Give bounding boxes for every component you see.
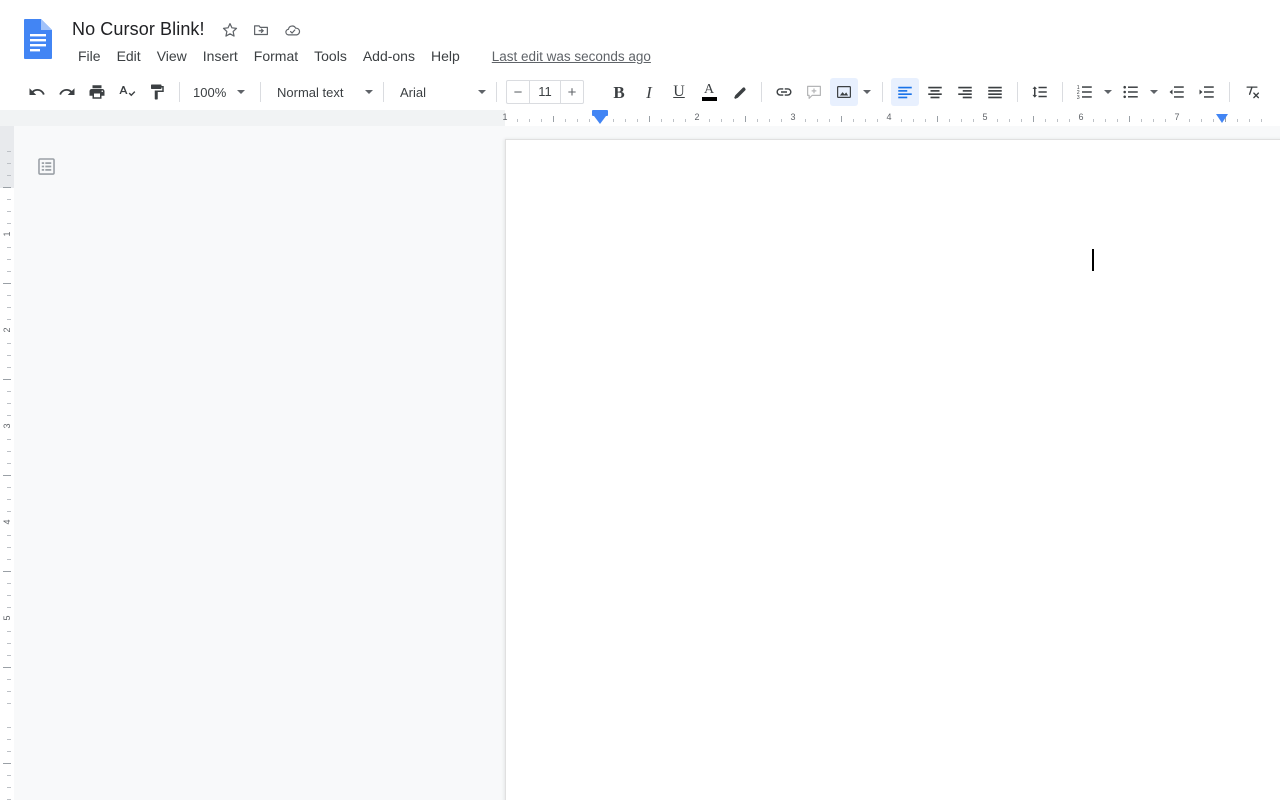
menu-edit[interactable]: Edit [109,44,149,68]
title-icon-group [220,20,302,40]
document-title[interactable]: No Cursor Blink! [72,16,205,42]
paragraph-style-selector[interactable]: Normal text [268,79,376,105]
text-color-icon: A [701,82,717,101]
first-line-indent-marker[interactable] [592,110,608,126]
increase-indent-button[interactable] [1193,78,1221,106]
star-icon[interactable] [220,20,240,40]
add-comment-button [800,78,828,106]
vruler-page-zone [0,188,14,800]
paragraph-style-value: Normal text [277,84,344,100]
document-canvas[interactable] [14,126,1280,800]
toolbar-divider [179,82,180,102]
google-docs-window: No Cursor Blink! File Edit View Insert F… [0,0,1280,800]
toolbar-divider [1229,82,1230,102]
vruler-margin-zone [0,126,14,188]
google-docs-logo[interactable] [20,18,56,60]
align-justify-button[interactable] [981,78,1009,106]
font-family-selector[interactable]: Arial [391,79,489,105]
decrease-indent-button[interactable] [1163,78,1191,106]
toolbar-divider [260,82,261,102]
line-spacing-button[interactable] [1026,78,1054,106]
right-indent-marker[interactable] [1216,114,1228,123]
bold-button[interactable]: B [605,78,633,106]
underline-button[interactable]: U [665,78,693,106]
horizontal-ruler[interactable]: 11234567 [0,110,1280,126]
bulleted-list-button[interactable] [1117,78,1145,106]
font-size-stepper: − 11 + [506,80,584,104]
toolbar-divider [1017,82,1018,102]
document-outline-icon [37,157,55,175]
menu-help[interactable]: Help [423,44,468,68]
ruler-page-zone [505,110,1280,126]
document-page[interactable] [505,139,1280,800]
highlight-color-button[interactable] [725,78,753,106]
italic-button[interactable]: I [635,78,663,106]
chevron-down-icon [478,90,486,94]
insert-link-button[interactable] [770,78,798,106]
chevron-down-icon [237,90,245,94]
italic-icon: I [646,82,652,102]
menu-tools[interactable]: Tools [306,44,355,68]
numbered-list-dropdown[interactable] [1101,78,1115,106]
font-size-increase-button[interactable]: + [561,81,583,103]
text-color-button[interactable]: A [695,78,723,106]
paint-format-button[interactable] [143,78,171,106]
align-center-button[interactable] [921,78,949,106]
toolbar-divider [761,82,762,102]
menu-insert[interactable]: Insert [195,44,246,68]
svg-text:3: 3 [1077,95,1080,101]
font-size-input[interactable]: 11 [529,81,561,103]
zoom-value: 100% [193,84,227,100]
menu-format[interactable]: Format [246,44,306,68]
toolbar-divider [383,82,384,102]
cloud-saved-icon[interactable] [282,20,302,40]
menu-add-ons[interactable]: Add-ons [355,44,423,68]
move-to-folder-icon[interactable] [251,20,271,40]
bold-icon: B [613,82,625,102]
font-family-value: Arial [400,84,427,100]
header: No Cursor Blink! File Edit View Insert F… [0,0,1280,70]
font-size-decrease-button[interactable]: − [507,81,529,103]
formatting-toolbar: 100% Normal text Arial − 11 + B I U A 1 … [0,76,1280,108]
text-cursor [1092,249,1094,271]
vertical-ruler[interactable]: 12345 [0,126,14,800]
redo-button[interactable] [53,78,81,106]
numbered-list-button[interactable]: 1 2 3 [1071,78,1099,106]
zoom-selector[interactable]: 100% [187,79,253,105]
chevron-down-icon [365,90,373,94]
last-edit-link[interactable]: Last edit was seconds ago [492,49,651,64]
bulleted-list-dropdown[interactable] [1147,78,1161,106]
spell-check-button[interactable] [113,78,141,106]
insert-image-dropdown[interactable] [860,78,874,106]
underline-icon: U [673,83,685,100]
left-indent-triangle [594,116,606,124]
align-right-button[interactable] [951,78,979,106]
menu-view[interactable]: View [149,44,195,68]
text-color-letter: A [703,82,715,97]
text-color-swatch [701,97,717,101]
menu-bar: File Edit View Insert Format Tools Add-o… [70,44,651,68]
toolbar-divider [1062,82,1063,102]
menu-file[interactable]: File [70,44,109,68]
show-document-outline-button[interactable] [33,153,59,179]
clear-formatting-button[interactable] [1238,78,1266,106]
align-left-button[interactable] [891,78,919,106]
insert-image-button[interactable] [830,78,858,106]
chevron-down-icon [863,90,871,94]
chevron-down-icon [1104,90,1112,94]
undo-button[interactable] [23,78,51,106]
toolbar-divider [882,82,883,102]
chevron-down-icon [1150,90,1158,94]
print-button[interactable] [83,78,111,106]
toolbar-divider [496,82,497,102]
